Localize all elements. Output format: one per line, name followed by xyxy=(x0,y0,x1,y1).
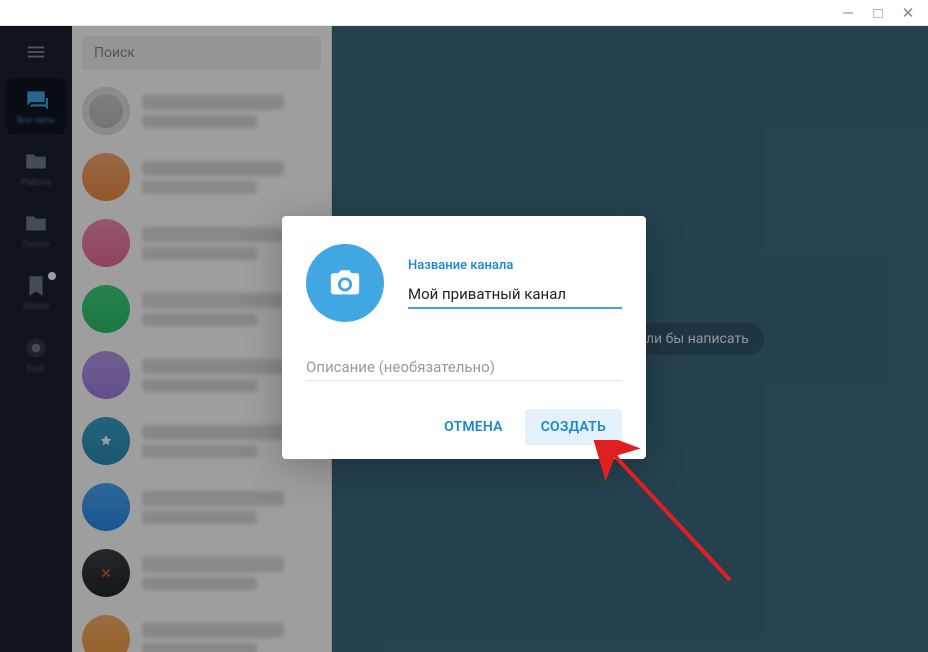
create-button[interactable]: СОЗДАТЬ xyxy=(525,409,622,445)
window-maximize-button[interactable]: □ xyxy=(868,3,888,23)
window-minimize-button[interactable]: — xyxy=(838,3,858,23)
channel-photo-button[interactable] xyxy=(306,244,384,322)
cancel-button[interactable]: ОТМЕНА xyxy=(428,409,519,445)
camera-icon xyxy=(328,266,362,300)
channel-title-label: Название канала xyxy=(408,258,622,273)
create-channel-modal: Название канала ОТМЕНА СОЗДАТЬ xyxy=(282,216,646,459)
titlebar: — □ ✕ xyxy=(0,0,928,26)
channel-description-input[interactable] xyxy=(306,352,622,381)
channel-title-input[interactable] xyxy=(408,279,622,309)
window-close-button[interactable]: ✕ xyxy=(898,3,918,23)
app-window: — □ ✕ Все чаты Работа xyxy=(0,0,928,652)
